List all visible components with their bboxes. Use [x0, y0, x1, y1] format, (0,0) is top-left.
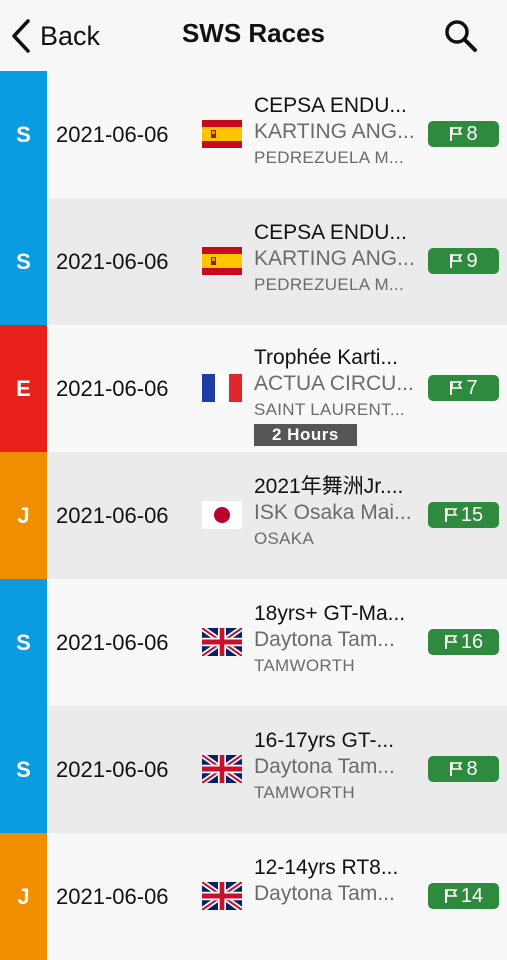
flag-icon [444, 635, 458, 649]
race-row[interactable]: S 2021-06-06 CEPSA ENDU... KARTING ANG... PE… [0, 198, 507, 325]
race-name: 18yrs+ GT-Ma... [254, 602, 406, 625]
race-track: Daytona Tam... [254, 755, 395, 778]
entry-count: 15 [460, 503, 484, 526]
race-city: PEDREZUELA M... [254, 148, 404, 167]
race-type-badge: J [0, 833, 47, 960]
race-city: SAINT LAURENT... [254, 400, 405, 419]
entry-count-badge[interactable]: 16 [428, 629, 499, 655]
race-row[interactable]: E 2021-06-06 Trophée Karti... ACTUA CIRCU..… [0, 325, 507, 452]
spain-flag-icon [202, 247, 242, 275]
race-city: OSAKA [254, 529, 315, 548]
race-date: 2021-06-06 [56, 756, 169, 782]
race-name: 2021年舞洲Jr.... [254, 475, 404, 498]
race-info: CEPSA ENDU... KARTING ANG... PEDREZUELA M.… [254, 220, 419, 298]
entry-count-badge[interactable]: 8 [428, 121, 499, 147]
entry-count: 16 [460, 630, 484, 653]
race-list: S 2021-06-06 CEPSA ENDU... KARTING ANG... PE… [0, 71, 507, 960]
france-flag-icon [202, 374, 242, 402]
race-date: 2021-06-06 [56, 502, 169, 528]
race-name: CEPSA ENDU... [254, 221, 407, 244]
race-type-badge: J [0, 452, 47, 579]
japan-flag-icon [202, 501, 242, 529]
race-row[interactable]: S 2021-06-06 CEPSA ENDU... KARTING ANG... PE… [0, 71, 507, 198]
entry-count: 9 [466, 249, 478, 272]
entry-count-badge[interactable]: 7 [428, 375, 499, 401]
entry-count: 8 [466, 122, 478, 145]
race-track: ACTUA CIRCU... [254, 372, 414, 395]
race-name: 12-14yrs RT8... [254, 856, 399, 879]
entry-count: 14 [460, 884, 484, 907]
race-type-badge: S [0, 706, 47, 833]
flag-icon [450, 381, 463, 395]
uk-flag-icon [202, 628, 242, 656]
spain-flag-icon [202, 120, 242, 148]
race-date: 2021-06-06 [56, 375, 169, 401]
flag-icon [450, 254, 463, 268]
flag-icon [444, 508, 458, 522]
flag-icon [444, 889, 458, 903]
entry-count: 8 [466, 757, 478, 780]
race-date: 2021-06-06 [56, 629, 169, 655]
race-row[interactable]: S 2021-06-06 18yrs+ GT-Ma... Daytona Tam...… [0, 579, 507, 706]
race-date: 2021-06-06 [56, 883, 169, 909]
race-date: 2021-06-06 [56, 121, 169, 147]
chevron-left-icon [12, 19, 30, 53]
race-date: 2021-06-06 [56, 248, 169, 274]
race-info: CEPSA ENDU... KARTING ANG... PEDREZUELA M.… [254, 93, 419, 171]
search-button[interactable] [443, 18, 479, 54]
race-name: CEPSA ENDU... [254, 94, 407, 117]
back-label: Back [40, 20, 101, 51]
race-row[interactable]: J 2021-06-06 2021年舞洲Jr.... ISK Osaka Mai...… [0, 452, 507, 579]
race-track: KARTING ANG... [254, 247, 415, 270]
race-info: 18yrs+ GT-Ma... Daytona Tam... TAMWORTH [254, 601, 419, 679]
race-track: ISK Osaka Mai... [254, 501, 412, 524]
race-info: 12-14yrs RT8... Daytona Tam... [254, 855, 419, 907]
entry-count: 7 [466, 376, 478, 399]
entry-count-badge[interactable]: 9 [428, 248, 499, 274]
back-button[interactable]: Back [10, 16, 100, 56]
flag-icon [450, 127, 463, 141]
race-type-badge: S [0, 579, 47, 706]
entry-count-badge[interactable]: 8 [428, 756, 499, 782]
race-info: 16-17yrs GT-... Daytona Tam... TAMWORTH [254, 728, 419, 806]
flag-icon [450, 762, 463, 776]
uk-flag-icon [202, 882, 242, 910]
race-row[interactable]: S 2021-06-06 16-17yrs GT-... Daytona Tam...… [0, 706, 507, 833]
duration-badge: 2 Hours [254, 424, 357, 446]
race-city: TAMWORTH [254, 656, 355, 675]
race-row[interactable]: J 2021-06-06 12-14yrs RT8... Daytona Tam...… [0, 833, 507, 960]
entry-count-badge[interactable]: 14 [428, 883, 499, 909]
race-track: KARTING ANG... [254, 120, 415, 143]
nav-bar: Back SWS Races [0, 0, 507, 71]
race-city: PEDREZUELA M... [254, 275, 404, 294]
search-icon [445, 20, 477, 52]
race-type-badge: S [0, 198, 47, 325]
race-track: Daytona Tam... [254, 882, 395, 905]
race-name: 16-17yrs GT-... [254, 729, 395, 752]
race-info: Trophée Karti... ACTUA CIRCU... SAINT LAUR… [254, 345, 419, 446]
race-type-badge: E [0, 325, 47, 452]
race-track: Daytona Tam... [254, 628, 395, 651]
uk-flag-icon [202, 755, 242, 783]
race-name: Trophée Karti... [254, 346, 398, 369]
race-city: TAMWORTH [254, 783, 355, 802]
race-info: 2021年舞洲Jr.... ISK Osaka Mai... OSAKA [254, 474, 419, 552]
entry-count-badge[interactable]: 15 [428, 502, 499, 528]
race-type-badge: S [0, 71, 47, 198]
